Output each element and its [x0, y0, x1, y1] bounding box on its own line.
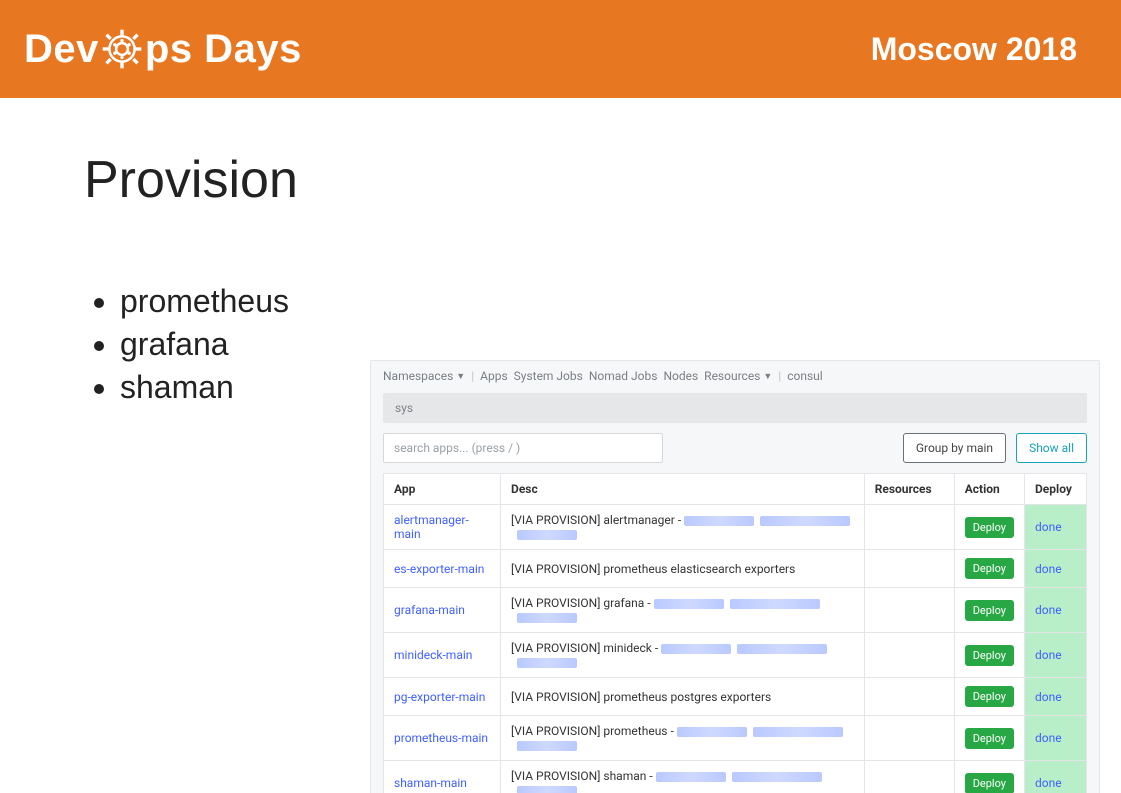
redacted-text — [517, 530, 577, 540]
redacted-text — [517, 658, 577, 668]
deploy-status[interactable]: done — [1035, 603, 1062, 617]
table-row: prometheus-main [VIA PROVISION] prometheu… — [384, 716, 1087, 761]
nav-consul[interactable]: consul — [787, 369, 822, 383]
redacted-text — [760, 516, 850, 526]
app-desc: [VIA PROVISION] grafana - — [501, 588, 865, 633]
brand-text-left: Dev — [24, 27, 99, 72]
app-link[interactable]: shaman-main — [394, 776, 467, 790]
resources-cell — [864, 761, 954, 793]
table-row: es-exporter-main [VIA PROVISION] promethe… — [384, 550, 1087, 588]
resources-cell — [864, 588, 954, 633]
deploy-button[interactable]: Deploy — [965, 728, 1014, 749]
col-deploy: Deploy — [1025, 474, 1087, 505]
event-label: Moscow 2018 — [871, 31, 1077, 68]
app-link[interactable]: es-exporter-main — [394, 562, 484, 576]
redacted-text — [656, 772, 726, 782]
resources-cell — [864, 550, 954, 588]
deploy-button[interactable]: Deploy — [965, 686, 1014, 707]
app-desc: [VIA PROVISION] prometheus elasticsearch… — [501, 550, 865, 588]
app-link[interactable]: pg-exporter-main — [394, 690, 485, 704]
bullet-item: prometheus — [120, 280, 298, 323]
redacted-text — [654, 599, 724, 609]
apps-table: App Desc Resources Action Deploy alertma… — [383, 473, 1087, 793]
redacted-text — [661, 644, 731, 654]
show-all-button[interactable]: Show all — [1016, 433, 1087, 463]
app-link[interactable]: prometheus-main — [394, 731, 488, 745]
deploy-button[interactable]: Deploy — [965, 600, 1014, 621]
resources-cell — [864, 678, 954, 716]
redacted-text — [737, 644, 827, 654]
table-row: alertmanager-main [VIA PROVISION] alertma… — [384, 505, 1087, 550]
chevron-down-icon: ▼ — [763, 371, 772, 382]
col-desc: Desc — [501, 474, 865, 505]
bullet-item: shaman — [120, 366, 298, 409]
app-desc: [VIA PROVISION] alertmanager - — [501, 505, 865, 550]
brand-logo: Dev — [24, 27, 302, 72]
deploy-button[interactable]: Deploy — [965, 773, 1014, 793]
table-row: minideck-main[VIA PROVISION] minideck - … — [384, 633, 1087, 678]
deploy-status[interactable]: done — [1035, 648, 1062, 662]
nav-system-jobs[interactable]: System Jobs — [514, 369, 583, 383]
redacted-text — [517, 786, 577, 793]
nav-resources[interactable]: Resources ▼ — [704, 369, 772, 383]
deploy-status[interactable]: done — [1035, 520, 1062, 534]
deploy-button[interactable]: Deploy — [965, 558, 1014, 579]
breadcrumb: sys — [383, 393, 1087, 423]
search-input[interactable]: search apps... (press / ) — [383, 433, 663, 463]
app-desc: [VIA PROVISION] prometheus postgres expo… — [501, 678, 865, 716]
nav-apps[interactable]: Apps — [480, 369, 508, 383]
redacted-text — [517, 613, 577, 623]
redacted-text — [732, 772, 822, 782]
redacted-text — [677, 727, 747, 737]
nav-nomad-jobs[interactable]: Nomad Jobs — [589, 369, 658, 383]
app-desc: [VIA PROVISION] minideck - — [501, 633, 865, 678]
redacted-text — [684, 516, 754, 526]
gear-icon — [101, 28, 143, 70]
slide-title: Provision — [84, 150, 298, 210]
app-link[interactable]: alertmanager-main — [394, 513, 469, 541]
deploy-button[interactable]: Deploy — [965, 645, 1014, 666]
deploy-status[interactable]: done — [1035, 731, 1062, 745]
slide-header: Dev — [0, 0, 1121, 98]
top-nav: Namespaces ▼ | Apps System Jobs Nomad Jo… — [371, 361, 1099, 391]
app-link[interactable]: grafana-main — [394, 603, 465, 617]
group-by-main-button[interactable]: Group by main — [903, 433, 1006, 463]
table-row: grafana-main [VIA PROVISION] grafana - De… — [384, 588, 1087, 633]
resources-cell — [864, 716, 954, 761]
nav-separator: | — [778, 369, 781, 383]
table-row: shaman-main [VIA PROVISION] shaman - Depl… — [384, 761, 1087, 793]
deploy-status[interactable]: done — [1035, 562, 1062, 576]
deploy-status[interactable]: done — [1035, 776, 1062, 790]
brand-text-right: ps Days — [145, 27, 302, 72]
nav-separator: | — [471, 369, 474, 383]
app-link[interactable]: minideck-main — [394, 648, 472, 662]
resources-cell — [864, 505, 954, 550]
redacted-text — [517, 741, 577, 751]
bullet-item: grafana — [120, 323, 298, 366]
bullet-list: prometheus grafana shaman — [120, 280, 298, 410]
redacted-text — [730, 599, 820, 609]
col-resources: Resources — [864, 474, 954, 505]
col-app: App — [384, 474, 501, 505]
chevron-down-icon: ▼ — [456, 371, 465, 382]
table-row: pg-exporter-main [VIA PROVISION] promethe… — [384, 678, 1087, 716]
app-panel: Namespaces ▼ | Apps System Jobs Nomad Jo… — [370, 360, 1100, 793]
search-placeholder: search apps... (press / ) — [394, 441, 520, 455]
col-action: Action — [954, 474, 1024, 505]
redacted-text — [753, 727, 843, 737]
nav-nodes[interactable]: Nodes — [663, 369, 698, 383]
resources-cell — [864, 633, 954, 678]
deploy-button[interactable]: Deploy — [965, 517, 1014, 538]
deploy-status[interactable]: done — [1035, 690, 1062, 704]
app-desc: [VIA PROVISION] prometheus - — [501, 716, 865, 761]
app-desc: [VIA PROVISION] shaman - — [501, 761, 865, 793]
nav-namespaces[interactable]: Namespaces ▼ — [383, 369, 465, 383]
